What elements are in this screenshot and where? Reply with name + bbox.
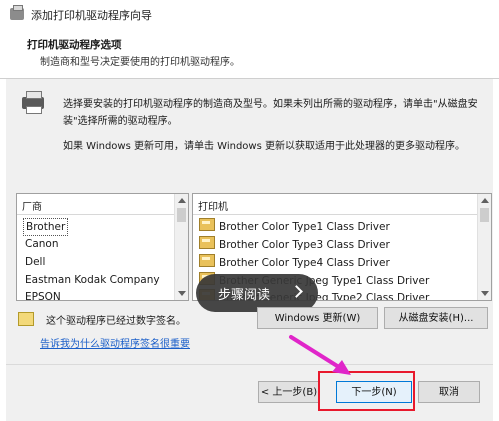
header-subtitle: 制造商和型号决定要使用的打印机驱动程序。 <box>40 57 240 68</box>
header-title: 打印机驱动程序选项 <box>27 39 122 51</box>
window-title: 添加打印机驱动程序向导 <box>31 9 152 22</box>
title-bar: 添加打印机驱动程序向导 <box>0 0 499 28</box>
printer-title-icon <box>10 5 24 20</box>
annotation-arrow-icon <box>289 335 351 375</box>
wizard-header: 打印机驱动程序选项 制造商和型号决定要使用的打印机驱动程序。 <box>0 28 499 74</box>
wizard-body: 选择要安装的打印机驱动程序的制造商及型号。如果未列出所需的驱动程序，请单击"从磁… <box>6 79 493 421</box>
